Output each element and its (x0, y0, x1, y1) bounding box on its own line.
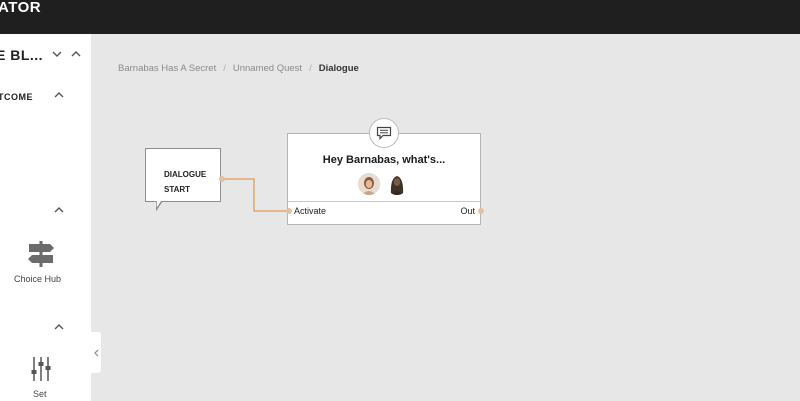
input-port-label: Activate (294, 206, 327, 216)
sidebar-item-label: Choice Hub (14, 274, 62, 284)
chevron-up-icon[interactable] (71, 50, 81, 59)
sidebar-collapse-toggle[interactable] (91, 332, 101, 373)
breadcrumb-separator: / (309, 63, 312, 74)
sidebar-header-title: E BL... (0, 47, 44, 63)
breadcrumb-separator: / (223, 63, 226, 74)
dialogue-node-title: Hey Barnabas, what's... (322, 154, 446, 166)
chevron-left-icon (93, 349, 98, 356)
breadcrumb-item[interactable]: Barnabas Has A Secret (118, 63, 216, 74)
signpost-icon (26, 239, 56, 274)
input-port[interactable] (286, 208, 292, 214)
sidebar: E BL... TCOME Choice Hub Set (0, 34, 91, 401)
app-title: ATOR (0, 0, 42, 16)
avatar (386, 173, 408, 195)
sidebar-item-label: Set (33, 389, 47, 399)
sliders-icon (31, 355, 51, 388)
chevron-down-icon[interactable] (52, 51, 62, 60)
chat-icon (369, 118, 399, 148)
output-port-label: Out (460, 206, 475, 216)
avatar (358, 173, 380, 195)
chevron-up-icon[interactable] (54, 206, 64, 215)
breadcrumb-item[interactable]: Unnamed Quest (233, 63, 302, 74)
dialogue-node-ports: Activate Out (288, 201, 480, 224)
chevron-up-icon[interactable] (54, 91, 64, 100)
chevron-up-icon[interactable] (54, 323, 64, 332)
breadcrumb: Barnabas Has A Secret / Unnamed Quest / Dial… (118, 63, 359, 74)
section-outcome-label: TCOME (0, 92, 33, 102)
output-port[interactable] (219, 176, 225, 182)
output-port[interactable] (478, 208, 484, 214)
speech-tail (156, 201, 163, 211)
start-node-label: DIALOGUE START (164, 170, 207, 194)
breadcrumb-current: Dialogue (318, 63, 359, 74)
dialogue-start-node[interactable]: DIALOGUE START (145, 148, 221, 202)
top-bar: ATOR (0, 0, 800, 34)
